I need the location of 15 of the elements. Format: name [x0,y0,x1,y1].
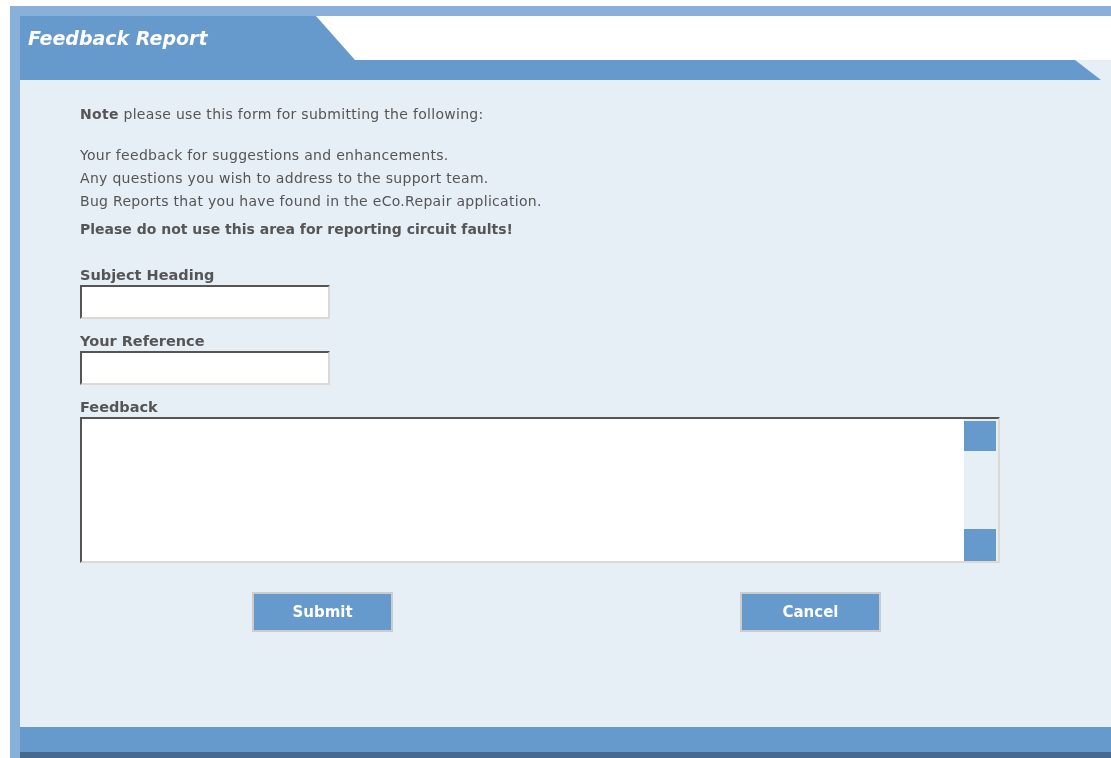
field-label: Feedback [80,399,159,415]
scrollbar[interactable] [964,419,998,561]
feedback-textarea[interactable] [80,417,1000,563]
note-text: Note please use this form for submitting the following: [80,106,485,122]
field-label: Your Reference [80,333,206,349]
field-label: Subject Heading [80,267,216,283]
list-text: Bug Reports that you have found in the eCo.Repair application. [80,192,543,211]
window-title: Feedback Report [28,27,208,49]
submit-button[interactable]: Submit [252,592,393,632]
input-field[interactable] [80,285,330,319]
cancel-button[interactable]: Cancel [740,592,881,632]
list-text: Any questions you wish to address to the support team. [80,169,490,188]
input-field[interactable] [80,351,330,385]
warning-text: Please do not use this area for reporting circuit faults! [80,221,514,237]
list-text: Your feedback for suggestions and enhancements. [80,146,450,165]
